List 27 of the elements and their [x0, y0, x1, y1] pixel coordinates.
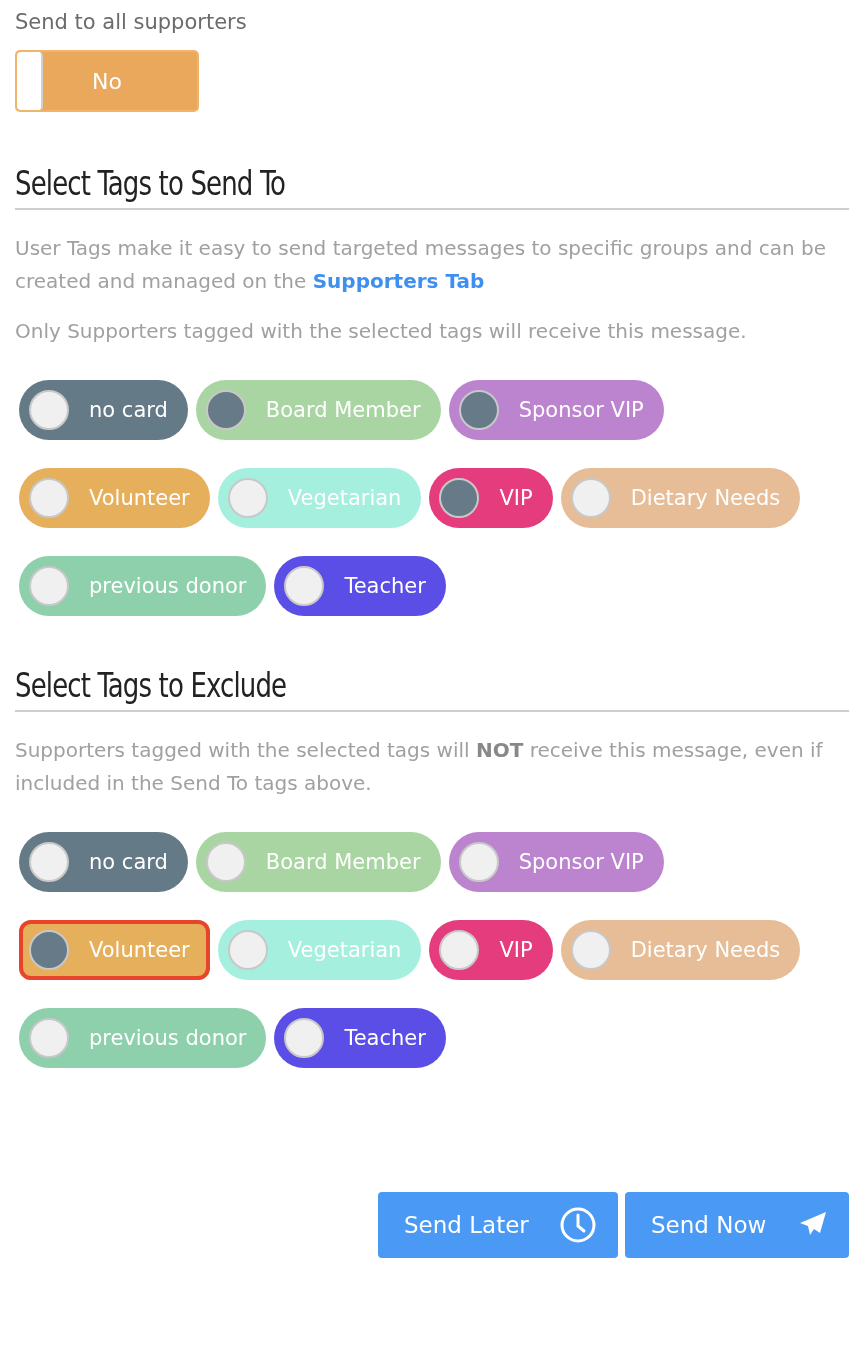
tag-toggle[interactable]: Dietary Needs [560, 468, 801, 528]
section-heading: Select Tags to Send To [15, 162, 287, 205]
section-heading: Select Tags to Exclude [15, 664, 288, 707]
tag-toggle[interactable]: VIP [429, 468, 553, 528]
tag-toggle[interactable]: VIP [429, 920, 553, 980]
toggle-switch[interactable]: No [15, 50, 199, 112]
tag-toggle[interactable]: Dietary Needs [560, 920, 801, 980]
tag-toggle[interactable]: Sponsor VIP [448, 380, 664, 440]
tag-toggle[interactable]: Teacher [274, 556, 446, 616]
description-text: User Tags make it easy to send targeted messages to specific groups and can be created and managed on the Supporters Tab [15, 235, 827, 295]
tag-toggle[interactable]: previous donor [19, 1008, 267, 1068]
tag-toggle[interactable]: Sponsor VIP [448, 832, 664, 892]
tag-toggle[interactable]: previous donor [19, 556, 267, 616]
send-button[interactable]: Send Later [378, 1192, 618, 1258]
field-label: Send to all supporters [15, 9, 248, 36]
supporters-tab-link[interactable]: Supporters Tab [312, 269, 485, 293]
tag-toggle[interactable]: Board Member [195, 380, 441, 440]
tag-toggle[interactable]: no card [19, 832, 188, 892]
note-text: Only Supporters tagged with the selected tags will receive this message. [15, 318, 748, 345]
tag-toggle[interactable]: Board Member [195, 832, 441, 892]
clock-icon [560, 1207, 596, 1243]
description-text: Supporters tagged with the selected tags will NOT receive this message, even if included in the Send To tags above. [15, 737, 824, 797]
tag-toggle[interactable]: Volunteer [19, 468, 210, 528]
tag-toggle[interactable]: no card [19, 380, 188, 440]
send-button[interactable]: Send Now [625, 1192, 849, 1258]
tag-toggle[interactable]: Teacher [274, 1008, 446, 1068]
tag-toggle[interactable]: Volunteer [19, 920, 210, 980]
